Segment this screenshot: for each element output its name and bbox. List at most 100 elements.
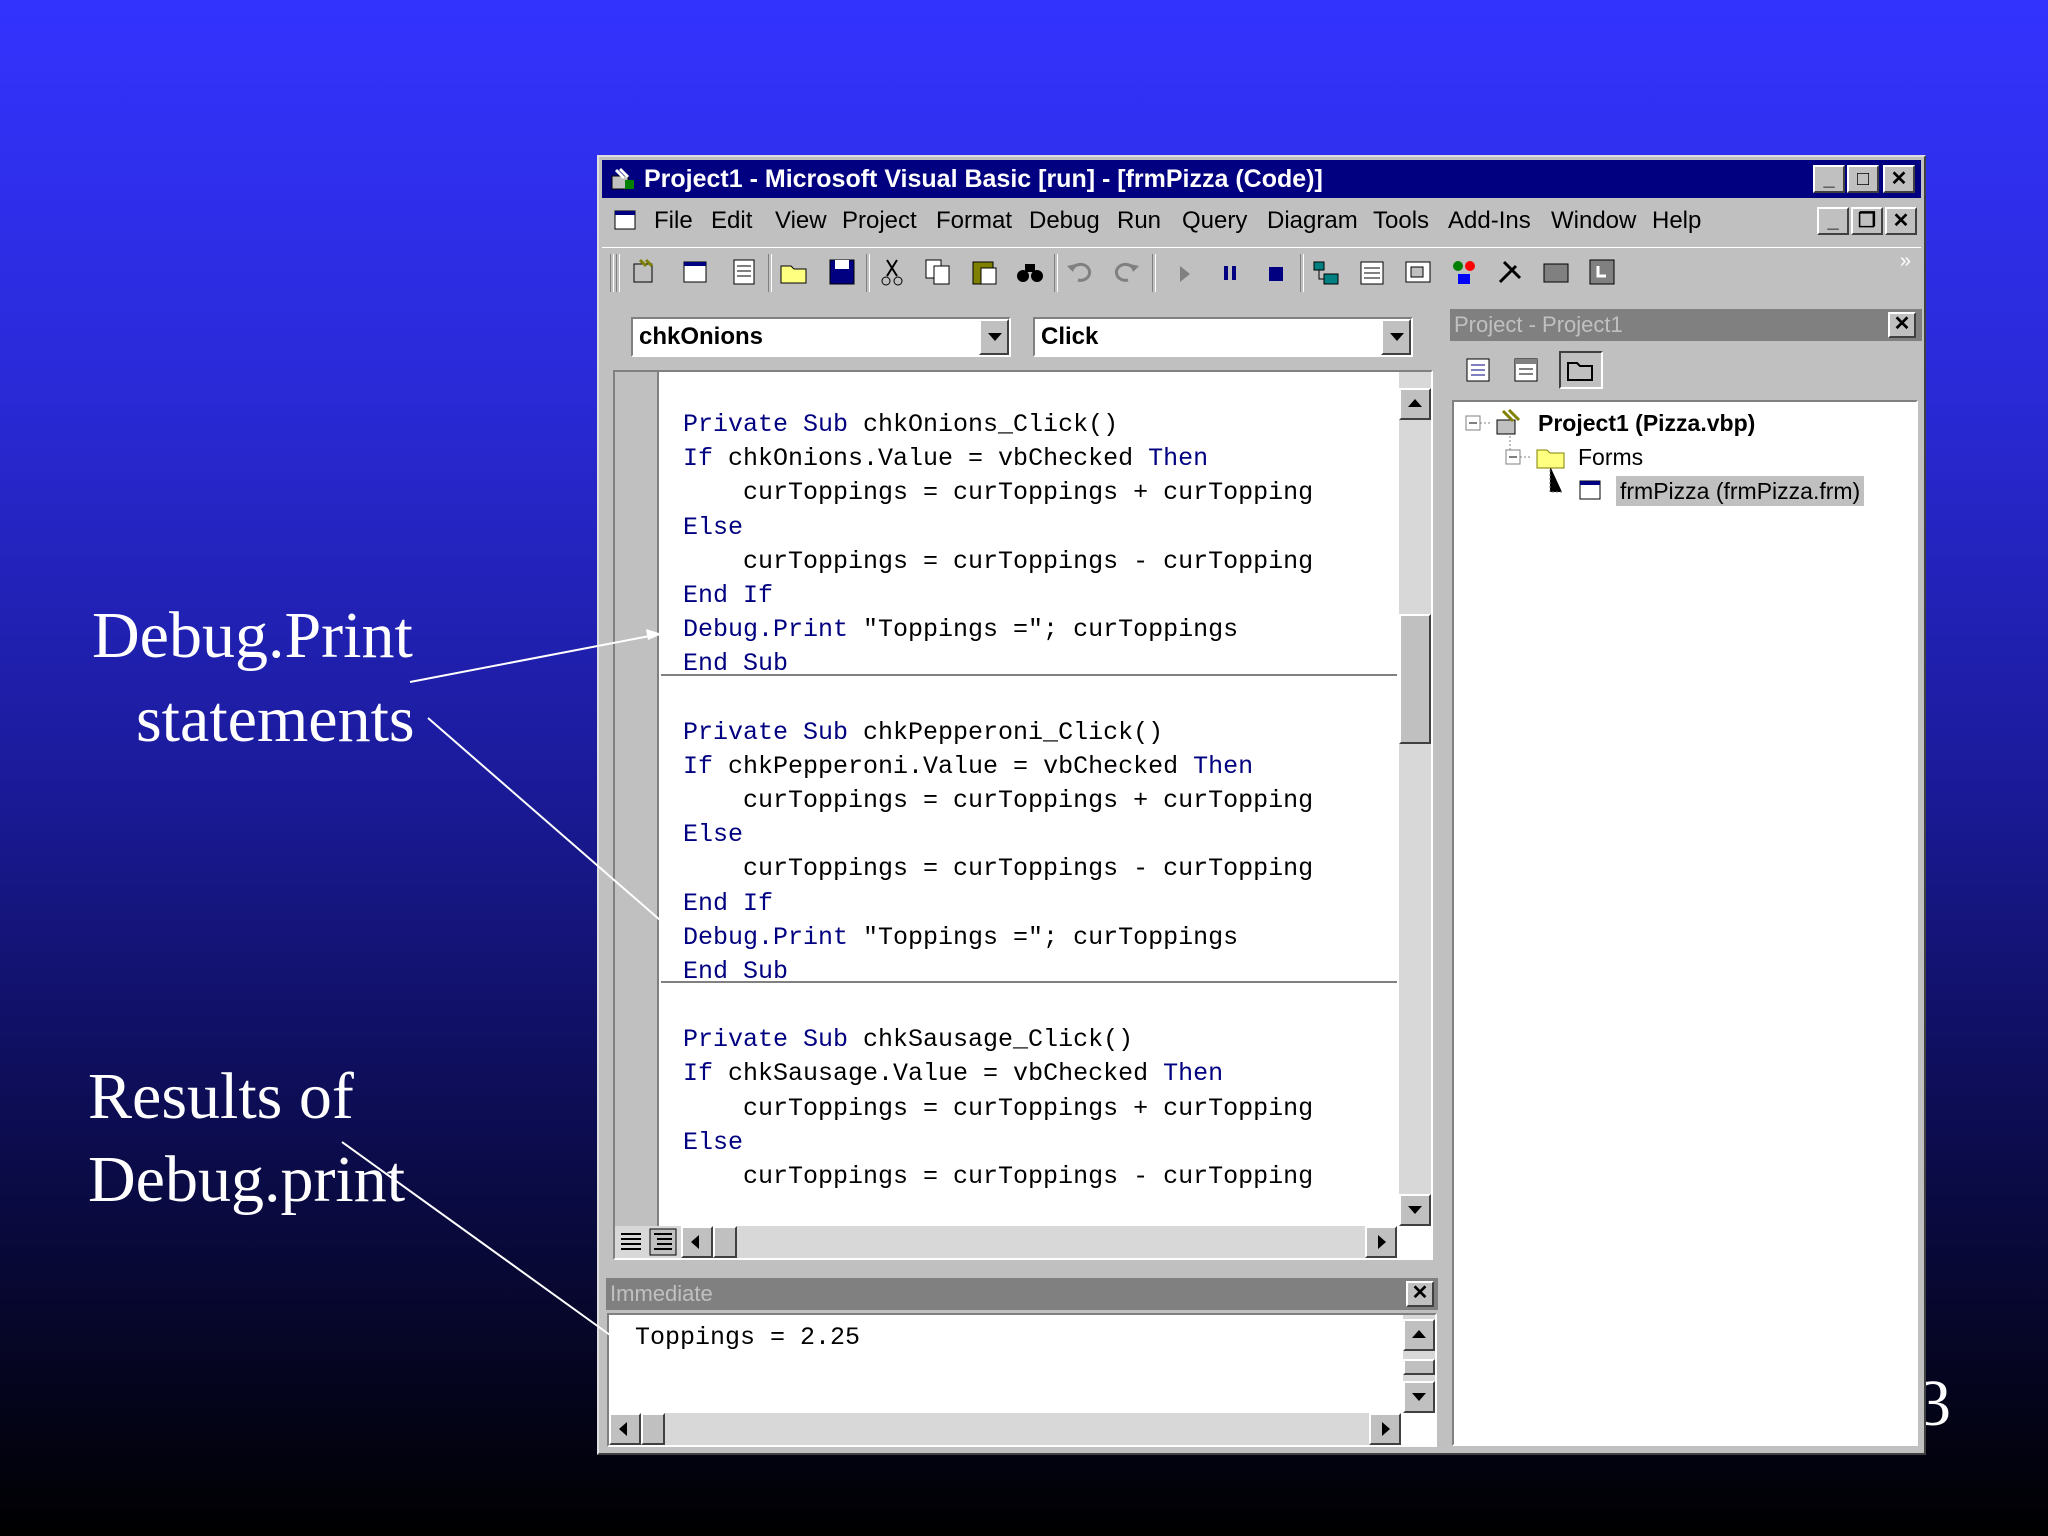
doc-minimize-button[interactable]: _ [1817, 207, 1849, 235]
code-line[interactable]: Private Sub chkSausage_Click() [683, 1023, 1133, 1057]
hscroll-thumb[interactable] [713, 1226, 737, 1258]
code-horizontal-scrollbar[interactable] [615, 1226, 1397, 1258]
code-line[interactable]: End Sub [683, 955, 788, 989]
code-line[interactable]: Else [683, 1126, 743, 1160]
hscroll-thumb[interactable] [641, 1413, 665, 1445]
code-line[interactable]: curToppings = curToppings - curTopping [683, 1160, 1313, 1194]
project-explorer-close-button[interactable]: ✕ [1888, 312, 1916, 338]
code-line[interactable]: curToppings = curToppings + curTopping [683, 476, 1313, 510]
undo-icon[interactable] [1064, 256, 1096, 288]
code-margin[interactable] [615, 372, 659, 1258]
code-line[interactable]: Else [683, 511, 743, 545]
menu-tools[interactable]: Tools [1373, 201, 1429, 241]
scroll-up-button[interactable] [1399, 388, 1431, 420]
code-line[interactable]: Private Sub chkPepperoni_Click() [683, 716, 1163, 750]
scroll-up-button[interactable] [1403, 1319, 1435, 1351]
add-project-icon[interactable] [630, 256, 662, 288]
menu-help[interactable]: Help [1652, 201, 1701, 241]
project-explorer-tree[interactable]: Project1 (Pizza.vbp) Forms frmPizza (frm… [1452, 400, 1918, 1446]
tree-item-frmpizza[interactable]: frmPizza (frmPizza.frm) [1616, 476, 1865, 506]
redo-icon[interactable] [1110, 256, 1142, 288]
menu-view[interactable]: View [775, 201, 827, 241]
menu-format[interactable]: Format [936, 201, 1012, 241]
immediate-close-button[interactable]: ✕ [1406, 1281, 1434, 1307]
menu-edit[interactable]: Edit [711, 201, 752, 241]
data-view-icon[interactable] [1540, 256, 1572, 288]
menu-window[interactable]: Window [1551, 201, 1636, 241]
menu-file[interactable]: File [654, 201, 693, 241]
find-icon[interactable] [1014, 256, 1046, 288]
chevron-down-icon[interactable] [979, 319, 1009, 355]
end-icon[interactable] [1260, 256, 1292, 288]
paste-icon[interactable] [968, 256, 1000, 288]
code-keyword: End If [683, 888, 774, 918]
scroll-right-button[interactable] [1369, 1413, 1401, 1445]
code-line[interactable]: Debug.Print "Toppings ="; curToppings [683, 921, 1238, 955]
immediate-hscroll[interactable] [609, 1413, 1401, 1445]
procedure-view-icon[interactable] [617, 1228, 645, 1256]
chevron-down-icon[interactable] [1381, 319, 1411, 355]
add-form-icon[interactable] [680, 256, 712, 288]
code-area[interactable]: Private Sub chkOnions_Click() If chkOnion… [661, 372, 1397, 1224]
toolbox-icon[interactable] [1494, 256, 1526, 288]
scroll-left-button[interactable] [681, 1226, 713, 1258]
scroll-thumb[interactable] [1403, 1359, 1435, 1375]
menu-debug[interactable]: Debug [1029, 201, 1100, 241]
save-icon[interactable] [826, 256, 858, 288]
tree-item-project[interactable]: Project1 (Pizza.vbp) [1538, 408, 1755, 438]
document-icon [614, 210, 636, 230]
code-line[interactable]: curToppings = curToppings - curTopping [683, 852, 1313, 886]
code-line[interactable]: End If [683, 887, 773, 921]
scroll-down-button[interactable] [1403, 1381, 1435, 1413]
scroll-down-button[interactable] [1399, 1194, 1431, 1226]
component-manager-icon[interactable] [1586, 256, 1618, 288]
minimize-button[interactable]: _ [1813, 165, 1845, 193]
full-module-view-icon[interactable] [649, 1228, 677, 1256]
properties-window-icon[interactable] [1356, 256, 1388, 288]
code-line[interactable]: Private Sub chkOnions_Click() [683, 408, 1118, 442]
doc-close-button[interactable]: ✕ [1885, 207, 1917, 235]
scroll-right-button[interactable] [1365, 1226, 1397, 1258]
folder-icon [1567, 362, 1593, 381]
toggle-folders-button[interactable] [1559, 351, 1603, 389]
doc-restore-button[interactable]: ❐ [1851, 207, 1883, 235]
menu-query[interactable]: Query [1182, 201, 1247, 241]
toolbar-overflow-icon[interactable]: » [1900, 250, 1911, 273]
form-layout-icon[interactable] [1402, 256, 1434, 288]
menu-add-ins[interactable]: Add-Ins [1448, 201, 1531, 241]
view-code-icon[interactable] [1461, 353, 1497, 387]
maximize-button[interactable]: □ [1847, 165, 1879, 193]
tree-item-forms[interactable]: Forms [1578, 442, 1643, 472]
object-browser-icon[interactable] [1448, 256, 1480, 288]
code-line[interactable]: If chkSausage.Value = vbChecked Then [683, 1057, 1223, 1091]
break-icon[interactable] [1214, 256, 1246, 288]
code-line[interactable]: If chkPepperoni.Value = vbChecked Then [683, 750, 1253, 784]
code-line[interactable]: Else [683, 818, 743, 852]
code-line[interactable]: Debug.Print "Toppings ="; curToppings [683, 613, 1238, 647]
open-folder-icon[interactable] [778, 256, 810, 288]
code-line[interactable]: curToppings = curToppings + curTopping [683, 784, 1313, 818]
menu-editor-icon[interactable] [728, 256, 760, 288]
scroll-left-button[interactable] [609, 1413, 641, 1445]
menu-project[interactable]: Project [842, 201, 917, 241]
view-object-icon[interactable] [1509, 353, 1545, 387]
immediate-vscroll[interactable] [1403, 1315, 1435, 1413]
project-explorer-icon[interactable] [1310, 256, 1342, 288]
code-line[interactable]: End If [683, 579, 773, 613]
copy-icon[interactable] [922, 256, 954, 288]
cut-icon[interactable] [876, 256, 908, 288]
code-line[interactable]: curToppings = curToppings + curTopping [683, 1092, 1313, 1126]
close-button[interactable]: ✕ [1883, 165, 1915, 193]
scroll-thumb[interactable] [1399, 614, 1431, 744]
code-editor[interactable]: Private Sub chkOnions_Click() If chkOnion… [613, 370, 1433, 1260]
object-combo[interactable]: chkOnions [631, 317, 1011, 357]
procedure-combo[interactable]: Click [1033, 317, 1413, 357]
menu-diagram[interactable]: Diagram [1267, 201, 1358, 241]
start-icon[interactable] [1168, 256, 1200, 288]
menu-run[interactable]: Run [1117, 201, 1161, 241]
code-line[interactable]: If chkOnions.Value = vbChecked Then [683, 442, 1208, 476]
code-line[interactable]: curToppings = curToppings - curTopping [683, 545, 1313, 579]
code-vertical-scrollbar[interactable] [1399, 372, 1431, 1226]
immediate-window[interactable]: Toppings = 2.25 [607, 1313, 1437, 1447]
code-line[interactable]: End Sub [683, 647, 788, 681]
